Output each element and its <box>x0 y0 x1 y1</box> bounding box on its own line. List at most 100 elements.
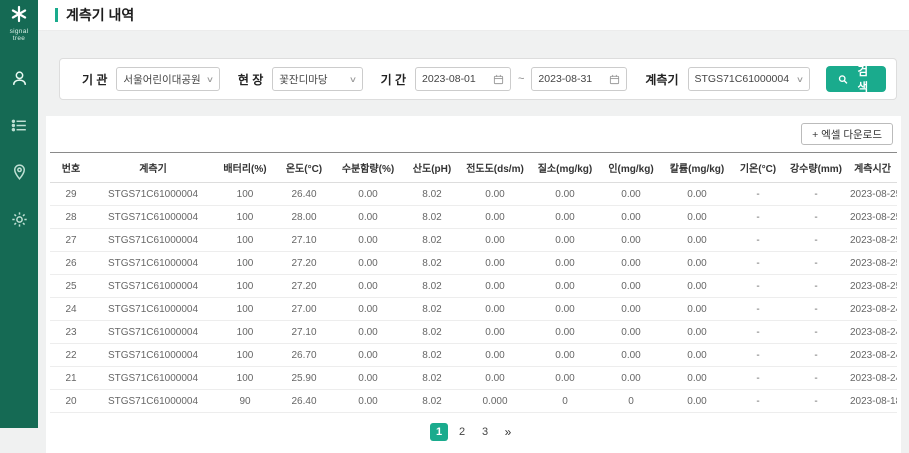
table-cell: 21 <box>50 367 92 390</box>
table-cell: 0.00 <box>530 183 600 206</box>
column-header: 칼륨(mg/kg) <box>662 153 732 183</box>
table-cell: 0.00 <box>530 252 600 275</box>
table-cell: - <box>732 206 784 229</box>
table-cell: - <box>732 344 784 367</box>
table-cell: - <box>784 183 848 206</box>
sidebar-item-list[interactable] <box>7 113 31 137</box>
table-cell: - <box>784 390 848 413</box>
table-cell: STGS71C61000004 <box>92 229 214 252</box>
excel-download-button[interactable]: + 엑셀 다운로드 <box>801 123 893 145</box>
table-cell: STGS71C61000004 <box>92 344 214 367</box>
table-cell: 0.00 <box>530 367 600 390</box>
org-label: 기 관 <box>82 71 107 88</box>
table-row: 24STGS71C6100000410027.000.008.020.000.0… <box>50 298 897 321</box>
table-cell: STGS71C61000004 <box>92 367 214 390</box>
table-cell: 0.00 <box>332 298 404 321</box>
page-button-1[interactable]: 1 <box>430 423 448 441</box>
site-select[interactable]: 꽃잔디마당 ∨ <box>272 67 362 91</box>
sidebar-item-user[interactable] <box>7 66 31 90</box>
date-from-input[interactable]: 2023-08-01 <box>415 67 511 91</box>
table-cell: 0.00 <box>600 229 662 252</box>
org-select[interactable]: 서울어린이대공원 ∨ <box>116 67 219 91</box>
page-button-2[interactable]: 2 <box>453 423 471 441</box>
table-cell: 0.00 <box>600 298 662 321</box>
page-title: 계측기 내역 <box>66 5 134 25</box>
table-row: 20STGS71C610000049026.400.008.020.000000… <box>50 390 897 413</box>
table-cell: 0.00 <box>332 390 404 413</box>
table-cell: 2023-08-25 10:00 <box>848 183 897 206</box>
table-cell: - <box>784 275 848 298</box>
table-cell: 100 <box>214 275 276 298</box>
page-header: 계측기 내역 <box>38 0 909 31</box>
table-cell: 0.00 <box>662 183 732 206</box>
table-cell: 0 <box>530 390 600 413</box>
sidebar-item-settings[interactable] <box>7 207 31 231</box>
table-cell: - <box>732 183 784 206</box>
table-cell: - <box>732 275 784 298</box>
chevron-down-icon: ∨ <box>796 75 804 84</box>
table-cell: 100 <box>214 367 276 390</box>
sidebar-nav <box>7 66 31 231</box>
table-cell: 22 <box>50 344 92 367</box>
table-cell: 0.00 <box>662 344 732 367</box>
table-cell: 8.02 <box>404 275 460 298</box>
table-cell: STGS71C61000004 <box>92 298 214 321</box>
sidebar-item-location[interactable] <box>7 160 31 184</box>
table-cell: 2023-08-24 19:49 <box>848 344 897 367</box>
location-pin-icon <box>10 163 29 182</box>
table-cell: 28 <box>50 206 92 229</box>
table-cell: 28.00 <box>276 206 332 229</box>
table-header-row: 번호계측기배터리(%)온도(°C)수분함량(%)산도(pH)전도도(ds/m)질… <box>50 153 897 183</box>
column-header: 인(mg/kg) <box>600 153 662 183</box>
table-cell: 0.00 <box>662 252 732 275</box>
column-header: 수분함량(%) <box>332 153 404 183</box>
meter-select[interactable]: STGS71C61000004 ∨ <box>688 67 810 91</box>
table-cell: 0.00 <box>332 206 404 229</box>
table-cell: 2023-08-24 23:50 <box>848 298 897 321</box>
column-header: 계측시간 <box>848 153 897 183</box>
table-cell: 100 <box>214 321 276 344</box>
table-row: 27STGS71C6100000410027.100.008.020.000.0… <box>50 229 897 252</box>
table-toolbar: + 엑셀 다운로드 <box>50 123 897 152</box>
table-cell: 0.00 <box>600 275 662 298</box>
logo-text-line1: signal <box>10 28 29 35</box>
table-cell: 0.00 <box>600 367 662 390</box>
search-icon <box>838 74 848 85</box>
table-cell: - <box>784 229 848 252</box>
table-cell: 2023-08-25 02:00 <box>848 275 897 298</box>
page-button-3[interactable]: 3 <box>476 423 494 441</box>
table-cell: 24 <box>50 298 92 321</box>
table-cell: 8.02 <box>404 229 460 252</box>
table-cell: - <box>784 321 848 344</box>
table-cell: 100 <box>214 206 276 229</box>
table-cell: - <box>732 390 784 413</box>
table-cell: 26.40 <box>276 183 332 206</box>
table-cell: 2023-08-25 08:00 <box>848 206 897 229</box>
gear-icon <box>10 210 29 229</box>
period-label: 기 간 <box>381 71 406 88</box>
table-cell: 8.02 <box>404 183 460 206</box>
chevron-down-icon: ∨ <box>349 75 357 84</box>
table-cell: 2023-08-24 19:04 <box>848 367 897 390</box>
table-cell: 25.90 <box>276 367 332 390</box>
table-cell: 2023-08-25 06:00 <box>848 229 897 252</box>
date-to-input[interactable]: 2023-08-31 <box>531 67 627 91</box>
table-cell: STGS71C61000004 <box>92 183 214 206</box>
table-cell: 27.20 <box>276 275 332 298</box>
table-cell: 27.10 <box>276 321 332 344</box>
table-cell: 0.00 <box>460 344 530 367</box>
title-accent-bar <box>55 8 58 22</box>
table-cell: 0.00 <box>332 367 404 390</box>
search-button[interactable]: 검색 <box>826 66 886 92</box>
table-cell: 27.00 <box>276 298 332 321</box>
column-header: 기온(°C) <box>732 153 784 183</box>
table-cell: 27.10 <box>276 229 332 252</box>
date-to-value: 2023-08-31 <box>538 73 592 85</box>
table-cell: 0 <box>600 390 662 413</box>
table-row: 26STGS71C6100000410027.200.008.020.000.0… <box>50 252 897 275</box>
next-page-button[interactable]: » <box>499 423 517 441</box>
column-header: 번호 <box>50 153 92 183</box>
table-cell: 0.00 <box>662 275 732 298</box>
table-cell: 100 <box>214 344 276 367</box>
table-cell: 0.00 <box>460 275 530 298</box>
